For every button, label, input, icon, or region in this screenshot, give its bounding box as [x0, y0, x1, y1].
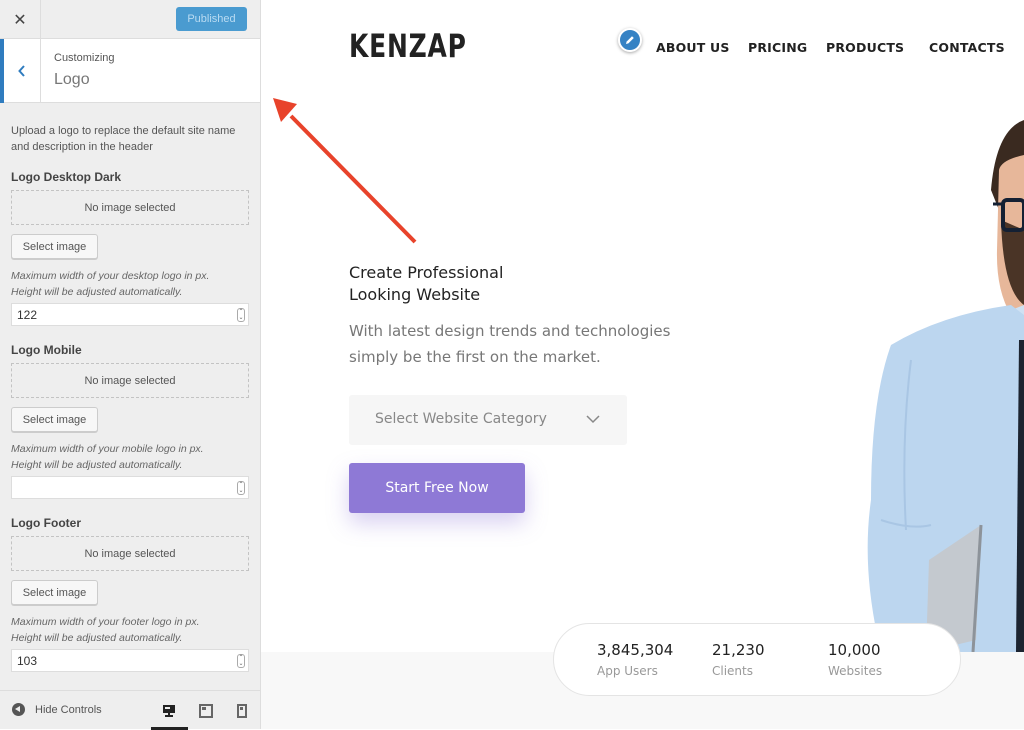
customizer-sidebar: ✕ Published Customizing Logo Upload a lo…	[0, 0, 261, 730]
nav-about-us[interactable]: ABOUT US	[656, 40, 730, 55]
back-button[interactable]	[0, 39, 41, 103]
stat-label: Websites	[828, 664, 883, 678]
select-image-button[interactable]: Select image	[11, 234, 98, 259]
hero-subtitle-line: With latest design trends and technologi…	[349, 322, 671, 340]
desktop-logo-width-input[interactable]: 122 ⌃ ⌄	[11, 303, 249, 326]
edit-shortcut-button[interactable]	[618, 28, 642, 52]
website-category-select[interactable]: Select Website Category	[349, 395, 627, 445]
section-title: Logo	[54, 71, 90, 88]
select-placeholder: Select Website Category	[375, 411, 547, 427]
section-description: Upload a logo to replace the default sit…	[11, 125, 236, 153]
mobile-logo-width-input[interactable]: ⌃ ⌄	[11, 476, 249, 499]
nav-pricing[interactable]: PRICING	[748, 40, 807, 55]
preview-mobile-button[interactable]	[235, 703, 249, 718]
number-spinner[interactable]: ⌃ ⌄	[237, 308, 245, 322]
start-free-now-button[interactable]: Start Free Now	[349, 463, 525, 513]
note-line: Height will be adjusted automatically.	[11, 632, 183, 644]
select-image-button[interactable]: Select image	[11, 407, 98, 432]
desktop-icon	[163, 705, 175, 717]
control-note: Maximum width of your desktop logo in px…	[11, 268, 249, 300]
stat-value: 21,230	[712, 641, 765, 659]
logo-desktop-dark-control: Logo Desktop Dark No image selected Sele…	[11, 170, 249, 326]
image-placeholder: No image selected	[11, 536, 249, 571]
hide-controls-button[interactable]: Hide Controls	[12, 703, 102, 716]
logo-controls: Upload a logo to replace the default sit…	[11, 123, 249, 672]
note-line: Height will be adjusted automatically.	[11, 459, 183, 471]
hero-subtitle: With latest design trends and technologi…	[349, 318, 709, 370]
close-icon: ✕	[13, 10, 27, 29]
published-button[interactable]: Published	[176, 7, 247, 31]
preview-tablet-button[interactable]	[199, 703, 213, 718]
image-placeholder: No image selected	[11, 363, 249, 398]
stat-label: App Users	[597, 664, 658, 678]
chevron-left-icon	[18, 65, 25, 77]
note-line: Maximum width of your mobile logo in px.	[11, 443, 204, 455]
hero-title-line: Looking Website	[349, 285, 481, 304]
stat-value: 10,000	[828, 641, 881, 659]
tablet-icon	[199, 704, 213, 718]
customizing-label: Customizing	[54, 52, 115, 64]
mobile-icon	[237, 704, 247, 718]
pencil-icon	[626, 36, 634, 44]
note-line: Height will be adjusted automatically.	[11, 286, 183, 298]
input-value: 103	[17, 653, 38, 668]
logo-footer-control: Logo Footer No image selected Select ima…	[11, 516, 249, 672]
stat-clients: 21,230 Clients	[712, 641, 765, 678]
control-title: Logo Footer	[11, 516, 81, 530]
stats-pill: 3,845,304 App Users 21,230 Clients 10,00…	[553, 623, 961, 696]
hero-title: Create Professional Looking Website	[349, 262, 503, 306]
hide-controls-label: Hide Controls	[35, 703, 102, 716]
site-logo[interactable]: KENZAP	[349, 27, 467, 65]
close-customizer-button[interactable]: ✕	[0, 0, 41, 39]
footer-logo-width-input[interactable]: 103 ⌃ ⌄	[11, 649, 249, 672]
annotation-arrow-icon	[273, 98, 417, 244]
select-image-button[interactable]: Select image	[11, 580, 98, 605]
note-line: Maximum width of your footer logo in px.	[11, 616, 200, 628]
site-preview: KENZAP ABOUT US PRICING PRODUCTS CONTACT…	[261, 0, 1024, 729]
control-note: Maximum width of your mobile logo in px.…	[11, 441, 249, 473]
control-title: Logo Mobile	[11, 343, 82, 357]
stat-app-users: 3,845,304 App Users	[597, 641, 673, 678]
image-placeholder: No image selected	[11, 190, 249, 225]
hero-title-line: Create Professional	[349, 263, 504, 282]
stat-websites: 10,000 Websites	[828, 641, 882, 678]
note-line: Maximum width of your desktop logo in px…	[11, 270, 210, 282]
customizer-top-bar: ✕ Published	[0, 0, 260, 39]
number-spinner[interactable]: ⌃ ⌄	[237, 654, 245, 668]
stat-label: Clients	[712, 664, 753, 678]
logo-mobile-control: Logo Mobile No image selected Select ima…	[11, 343, 249, 499]
section-header: Customizing Logo	[0, 39, 260, 103]
nav-products[interactable]: PRODUCTS	[826, 40, 904, 55]
hero-person-image	[867, 120, 1024, 652]
input-value: 122	[17, 307, 38, 322]
stat-value: 3,845,304	[597, 641, 674, 659]
control-title: Logo Desktop Dark	[11, 170, 122, 184]
customizer-footer: Hide Controls	[0, 690, 260, 730]
number-spinner[interactable]: ⌃ ⌄	[237, 481, 245, 495]
chevron-down-icon	[586, 415, 600, 424]
nav-contacts[interactable]: CONTACTS	[929, 40, 1005, 55]
hero-subtitle-line: simply be the first on the market.	[349, 348, 601, 366]
collapse-arrow-icon	[12, 703, 25, 716]
control-note: Maximum width of your footer logo in px.…	[11, 614, 249, 646]
preview-desktop-button[interactable]	[162, 703, 176, 717]
